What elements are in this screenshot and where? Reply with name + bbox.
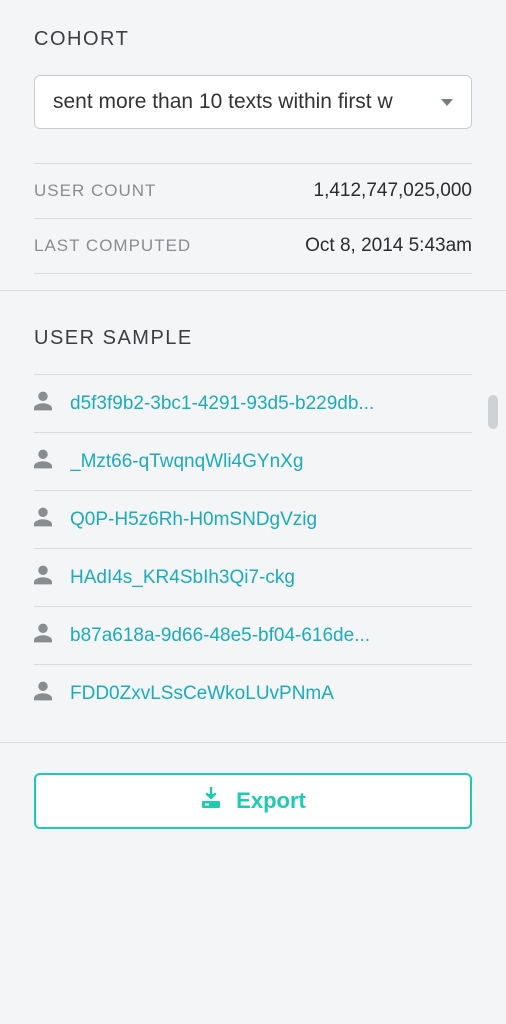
user-icon xyxy=(34,449,52,474)
cohort-section: COHORT sent more than 10 texts within fi… xyxy=(0,0,506,290)
cohort-dropdown[interactable]: sent more than 10 texts within first w xyxy=(34,75,472,129)
list-item: Q0P-H5z6Rh-H0mSNDgVzig xyxy=(34,491,472,549)
list-item: _Mzt66-qTwqnqWli4GYnXg xyxy=(34,433,472,491)
user-icon xyxy=(34,391,52,416)
user-list: d5f3f9b2-3bc1-4291-93d5-b229db... _Mzt66… xyxy=(34,374,472,722)
user-id-link[interactable]: _Mzt66-qTwqnqWli4GYnXg xyxy=(70,451,303,473)
cohort-dropdown-value: sent more than 10 texts within first w xyxy=(53,90,441,114)
user-id-link[interactable]: d5f3f9b2-3bc1-4291-93d5-b229db... xyxy=(70,393,374,415)
user-sample-section: USER SAMPLE d5f3f9b2-3bc1-4291-93d5-b229… xyxy=(0,290,506,742)
user-icon xyxy=(34,565,52,590)
user-icon xyxy=(34,507,52,532)
scrollbar-thumb[interactable] xyxy=(488,395,498,429)
last-computed-label: LAST COMPUTED xyxy=(34,236,191,256)
user-count-row: USER COUNT 1,412,747,025,000 xyxy=(34,163,472,218)
user-count-label: USER COUNT xyxy=(34,181,156,201)
cohort-stats: USER COUNT 1,412,747,025,000 LAST COMPUT… xyxy=(34,163,472,274)
user-id-link[interactable]: b87a618a-9d66-48e5-bf04-616de... xyxy=(70,625,370,647)
user-sample-title: USER SAMPLE xyxy=(34,327,472,350)
cohort-title: COHORT xyxy=(34,28,472,51)
export-button-label: Export xyxy=(236,788,306,814)
list-item: b87a618a-9d66-48e5-bf04-616de... xyxy=(34,607,472,665)
user-icon xyxy=(34,681,52,706)
last-computed-row: LAST COMPUTED Oct 8, 2014 5:43am xyxy=(34,218,472,274)
user-icon xyxy=(34,623,52,648)
chevron-down-icon xyxy=(441,99,453,106)
export-button[interactable]: Export xyxy=(34,773,472,829)
list-item: FDD0ZxvLSsCeWkoLUvPNmA xyxy=(34,665,472,722)
export-section: Export xyxy=(0,742,506,869)
user-id-link[interactable]: HAdI4s_KR4SbIh3Qi7-ckg xyxy=(70,567,295,589)
user-id-link[interactable]: FDD0ZxvLSsCeWkoLUvPNmA xyxy=(70,683,334,705)
user-id-link[interactable]: Q0P-H5z6Rh-H0mSNDgVzig xyxy=(70,509,317,531)
user-count-value: 1,412,747,025,000 xyxy=(314,180,473,202)
last-computed-value: Oct 8, 2014 5:43am xyxy=(305,235,472,257)
list-item: d5f3f9b2-3bc1-4291-93d5-b229db... xyxy=(34,374,472,433)
list-item: HAdI4s_KR4SbIh3Qi7-ckg xyxy=(34,549,472,607)
download-icon xyxy=(200,787,222,815)
